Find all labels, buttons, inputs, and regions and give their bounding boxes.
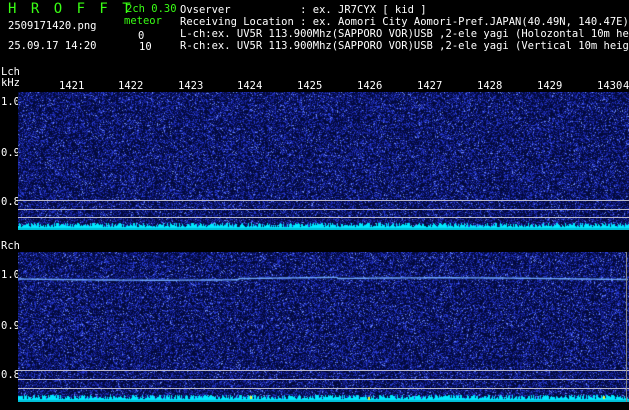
time-tick: 1430 <box>597 80 623 92</box>
rch-gridline <box>18 370 629 371</box>
rch-count: 10 <box>139 41 152 53</box>
rch-receiver-line: R-ch:ex. UV5R 113.900Mhz(SAPPORO VOR)USB… <box>180 40 629 52</box>
time-tick: 1424 <box>237 80 263 92</box>
time-tick: 1425 <box>297 80 323 92</box>
lch-unit: kHz <box>1 77 20 89</box>
observer-line: Ovserver : ex. JR7CYX [ kid ] <box>180 4 427 16</box>
right-border <box>626 252 627 402</box>
time-tick: 1428 <box>477 80 503 92</box>
rch-gridline <box>18 379 629 380</box>
time-tick: 1421 <box>59 80 85 92</box>
lch-count: 0 <box>138 30 145 42</box>
time-tick: 1429 <box>537 80 563 92</box>
app-title: H R O F F T <box>8 1 134 17</box>
lch-gridline <box>18 217 629 218</box>
time-tick: 4 <box>623 80 629 92</box>
time-tick: 1423 <box>178 80 204 92</box>
location-line: Receiving Location : ex. Aomori City Aom… <box>180 16 629 28</box>
time-tick: 1426 <box>357 80 383 92</box>
filename: 2509171420.png <box>8 20 97 32</box>
mode-label: 2ch 0.30 <box>126 3 177 15</box>
rch-label: Rch <box>1 240 20 252</box>
time-tick: 1427 <box>417 80 443 92</box>
lch-receiver-line: L-ch:ex. UV5R 113.900Mhz(SAPPORO VOR)USB… <box>180 28 629 40</box>
datetime: 25.09.17 14:20 <box>8 40 97 52</box>
time-tick: 1422 <box>118 80 144 92</box>
lch-gridline <box>18 209 629 210</box>
counter-label: meteor <box>124 15 162 27</box>
lch-label: Lch <box>1 66 20 78</box>
rch-gridline <box>18 388 629 389</box>
lch-gridline <box>18 200 629 201</box>
